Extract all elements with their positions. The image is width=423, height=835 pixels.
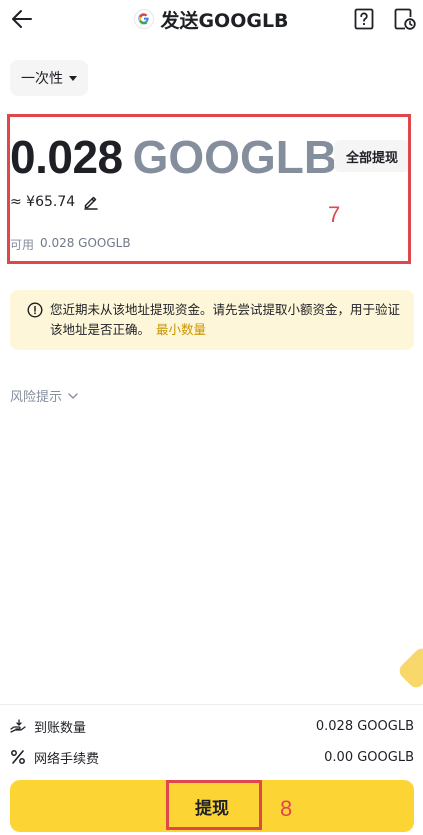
- annotation-box-amount: [7, 114, 411, 264]
- percent-icon: [11, 750, 25, 764]
- annotation-box-submit: [166, 780, 262, 830]
- warning-banner: 您近期未从该地址提现资金。请先尝试提取小额资金，用于验证该地址是否正确。 最小数量: [10, 290, 414, 350]
- network-fee-row: 网络手续费 0.00 GOOGLB: [10, 746, 414, 768]
- google-g-logo-icon: [134, 9, 155, 29]
- hand-coin-icon: [10, 719, 26, 733]
- info-circle-icon: [27, 302, 43, 318]
- risk-notice-label: 风险提示: [10, 390, 63, 405]
- receive-amount-row: 到账数量 0.028 GOOGLB: [10, 715, 414, 737]
- summary-divider: [0, 704, 423, 705]
- annotation-label-amount: 7: [328, 202, 341, 227]
- network-fee-value: 0.00 GOOGLB: [324, 749, 414, 765]
- withdraw-type-dropdown[interactable]: 一次性: [10, 60, 88, 96]
- history-button[interactable]: [394, 8, 416, 30]
- withdraw-type-value: 一次性: [21, 71, 63, 87]
- warning-text: 您近期未从该地址提现资金。请先尝试提取小额资金，用于验证该地址是否正确。: [50, 302, 401, 337]
- help-button[interactable]: [354, 8, 374, 30]
- document-clock-icon: [394, 8, 416, 30]
- page-title: 发送GOOGLB: [160, 9, 289, 32]
- question-mark-icon: [354, 8, 374, 30]
- network-fee-label: 网络手续费: [34, 751, 100, 767]
- floating-assistant-tab[interactable]: [396, 645, 423, 691]
- annotation-label-submit: 8: [280, 796, 293, 821]
- caret-down-icon: [69, 75, 77, 81]
- receive-amount-value: 0.028 GOOGLB: [315, 718, 414, 734]
- risk-notice-toggle[interactable]: 风险提示: [10, 386, 78, 405]
- min-amount-link[interactable]: 最小数量: [156, 322, 206, 337]
- receive-amount-label: 到账数量: [34, 720, 87, 736]
- top-bar: 发送GOOGLB: [0, 0, 423, 38]
- chevron-down-icon: [68, 392, 78, 399]
